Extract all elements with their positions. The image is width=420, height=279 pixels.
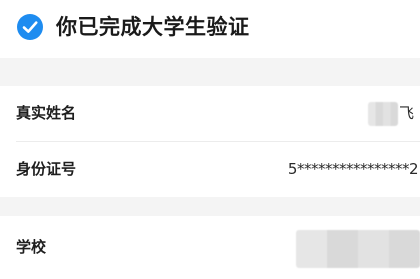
real-name-label: 真实姓名 (16, 104, 77, 122)
school-redaction-mask (296, 230, 420, 268)
identity-info-card: 真实姓名 飞 身份证号 5****************2 (0, 86, 420, 197)
verification-screen: 你已完成大学生验证 真实姓名 飞 身份证号 5****************2… (0, 0, 420, 279)
real-name-row: 真实姓名 飞 (0, 86, 420, 142)
school-info-card: 学校 (0, 216, 420, 279)
id-number-label: 身份证号 (16, 160, 77, 178)
id-number-value: 5****************2 (287, 160, 419, 178)
id-number-row: 身份证号 5****************2 (0, 142, 420, 197)
verification-status-header: 你已完成大学生验证 (0, 0, 420, 58)
verification-status-title: 你已完成大学生验证 (56, 15, 250, 39)
real-name-value: 飞 (398, 104, 414, 122)
name-redaction-mask (368, 102, 398, 126)
school-label: 学校 (16, 238, 47, 256)
school-row: 学校 (0, 220, 420, 275)
check-circle-icon (16, 13, 44, 41)
